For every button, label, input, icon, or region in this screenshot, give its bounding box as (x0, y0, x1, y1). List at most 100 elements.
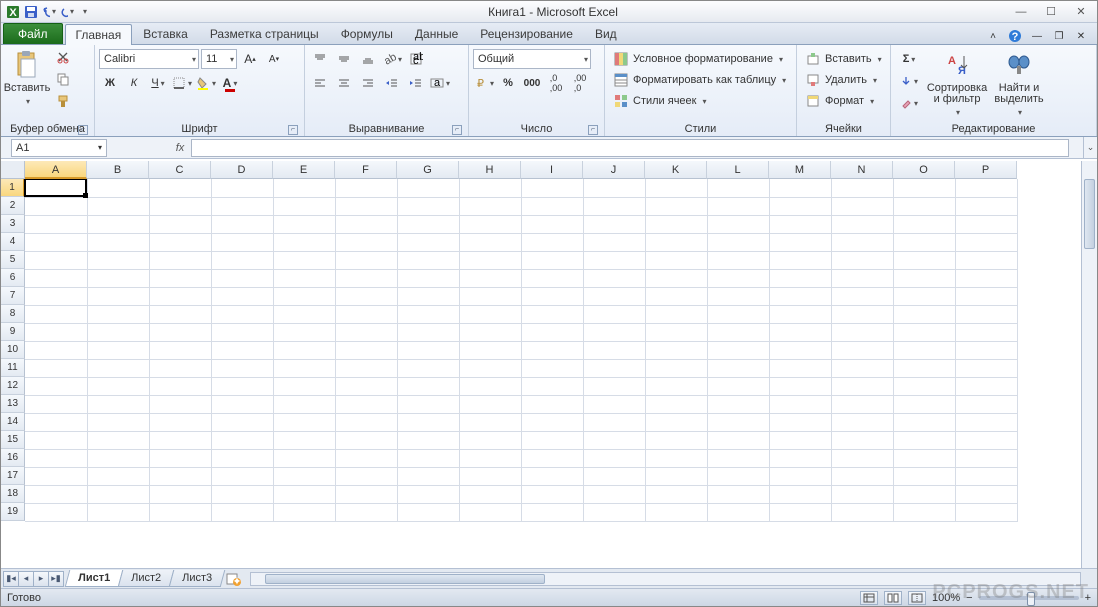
font-dialog-launcher[interactable]: ⌐ (288, 125, 298, 135)
minimize-ribbon-icon[interactable]: ˄ (985, 28, 1001, 44)
cell[interactable] (583, 431, 645, 449)
cell[interactable] (397, 395, 459, 413)
cell[interactable] (645, 233, 707, 251)
cell[interactable] (459, 197, 521, 215)
view-normal-icon[interactable] (860, 591, 878, 605)
cell[interactable] (645, 341, 707, 359)
clear-button[interactable]: ▾ (895, 93, 923, 113)
cell[interactable] (149, 395, 211, 413)
percent-format-icon[interactable]: % (497, 73, 519, 93)
cell[interactable] (831, 377, 893, 395)
cell[interactable] (397, 251, 459, 269)
cell[interactable] (769, 395, 831, 413)
cell[interactable] (397, 485, 459, 503)
column-header[interactable]: L (707, 161, 769, 179)
decrease-font-icon[interactable]: A▾ (263, 49, 285, 69)
cell[interactable] (707, 359, 769, 377)
number-dialog-launcher[interactable]: ⌐ (588, 125, 598, 135)
cell[interactable] (955, 215, 1017, 233)
cell[interactable] (211, 395, 273, 413)
cell[interactable] (149, 341, 211, 359)
cell[interactable] (893, 377, 955, 395)
align-top-icon[interactable] (309, 49, 331, 69)
column-header[interactable]: M (769, 161, 831, 179)
cell[interactable] (149, 197, 211, 215)
font-name-combo[interactable]: Calibri▾ (99, 49, 199, 69)
delete-cells-button[interactable]: Удалить▾ (801, 70, 881, 90)
cell[interactable] (583, 233, 645, 251)
format-cells-button[interactable]: Формат▾ (801, 91, 878, 111)
cell-styles-button[interactable]: Стили ячеек▾ (609, 91, 711, 111)
cell[interactable] (25, 197, 87, 215)
cell[interactable] (211, 485, 273, 503)
cell[interactable] (955, 287, 1017, 305)
cell[interactable] (87, 413, 149, 431)
cell[interactable] (273, 197, 335, 215)
cell[interactable] (273, 449, 335, 467)
cell[interactable] (25, 323, 87, 341)
cell[interactable] (521, 179, 583, 197)
cell[interactable] (645, 395, 707, 413)
column-header[interactable]: N (831, 161, 893, 179)
cell[interactable] (273, 485, 335, 503)
row-header[interactable]: 5 (1, 251, 25, 269)
cell[interactable] (149, 287, 211, 305)
cell[interactable] (211, 179, 273, 197)
cell[interactable] (87, 449, 149, 467)
cell[interactable] (87, 377, 149, 395)
cell[interactable] (831, 179, 893, 197)
cell[interactable] (521, 431, 583, 449)
cell[interactable] (459, 449, 521, 467)
cell[interactable] (273, 287, 335, 305)
cell[interactable] (955, 377, 1017, 395)
cell[interactable] (645, 503, 707, 521)
cell[interactable] (521, 305, 583, 323)
excel-icon[interactable]: X (5, 4, 21, 20)
cell[interactable] (521, 413, 583, 431)
cell[interactable] (955, 179, 1017, 197)
tab-formulas[interactable]: Формулы (330, 23, 404, 44)
cell[interactable] (955, 197, 1017, 215)
cell[interactable] (955, 341, 1017, 359)
cell[interactable] (583, 449, 645, 467)
cell[interactable] (707, 467, 769, 485)
alignment-dialog-launcher[interactable]: ⌐ (452, 125, 462, 135)
cell[interactable] (521, 341, 583, 359)
cell[interactable] (893, 179, 955, 197)
cell[interactable] (893, 431, 955, 449)
cell[interactable] (149, 323, 211, 341)
formula-bar-expand[interactable]: ⌄ (1083, 137, 1097, 159)
cell[interactable] (335, 377, 397, 395)
cell[interactable] (955, 395, 1017, 413)
format-as-table-button[interactable]: Форматировать как таблицу▾ (609, 70, 790, 90)
cell[interactable] (459, 269, 521, 287)
cell[interactable] (397, 413, 459, 431)
cell[interactable] (521, 269, 583, 287)
minimize-button[interactable]: — (1013, 4, 1029, 20)
cell[interactable] (893, 197, 955, 215)
cell[interactable] (707, 377, 769, 395)
cell[interactable] (87, 215, 149, 233)
cell[interactable] (707, 485, 769, 503)
column-header[interactable]: G (397, 161, 459, 179)
cell[interactable] (273, 377, 335, 395)
cell[interactable] (831, 413, 893, 431)
cell[interactable] (25, 395, 87, 413)
cell[interactable] (459, 305, 521, 323)
row-header[interactable]: 6 (1, 269, 25, 287)
cell[interactable] (893, 251, 955, 269)
cell[interactable] (707, 251, 769, 269)
cell[interactable] (335, 233, 397, 251)
row-header[interactable]: 8 (1, 305, 25, 323)
cell[interactable] (707, 431, 769, 449)
column-header[interactable]: B (87, 161, 149, 179)
cell[interactable] (645, 323, 707, 341)
sheet-tab[interactable]: Лист3 (169, 570, 226, 587)
cell[interactable] (521, 287, 583, 305)
cell[interactable] (25, 215, 87, 233)
cell[interactable] (397, 503, 459, 521)
cell[interactable] (769, 323, 831, 341)
align-bottom-icon[interactable] (357, 49, 379, 69)
cell[interactable] (583, 467, 645, 485)
cell[interactable] (521, 485, 583, 503)
